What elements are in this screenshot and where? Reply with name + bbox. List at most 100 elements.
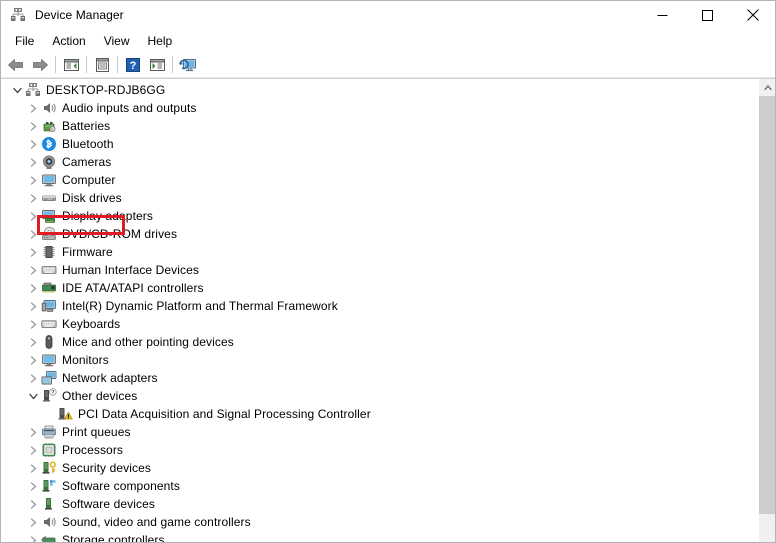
show-hide-console-tree-button[interactable] [59,54,83,76]
forward-button[interactable] [28,54,52,76]
tree-item-security-devices[interactable]: Security devices [1,459,757,477]
tree-item-software-devices[interactable]: Software devices [1,495,757,513]
tree-item-label: Other devices [62,389,138,403]
chevron-right-icon[interactable] [25,136,41,152]
monitor-icon [41,352,57,368]
tree-item-label: DVD/CD-ROM drives [62,227,178,241]
chevron-right-icon[interactable] [25,478,41,494]
chevron-right-icon[interactable] [25,190,41,206]
tree-item-print-queues[interactable]: Print queues [1,423,757,441]
tree-item-firmware[interactable]: Firmware [1,243,757,261]
toolbar-separator [86,56,87,73]
chevron-right-icon[interactable] [25,172,41,188]
tree-item-label: Print queues [62,425,131,439]
chevron-right-icon[interactable] [25,154,41,170]
tree-item-ide-ata-atapi-controllers[interactable]: IDE ATA/ATAPI controllers [1,279,757,297]
tree-item-pci-data-acquisition-and-signal-processing-controller[interactable]: PCI Data Acquisition and Signal Processi… [1,405,757,423]
maximize-button[interactable] [685,1,730,29]
chevron-right-icon[interactable] [25,514,41,530]
chevron-right-icon[interactable] [25,442,41,458]
chevron-right-icon[interactable] [25,208,41,224]
tree-item-cameras[interactable]: Cameras [1,153,757,171]
tree-item-bluetooth[interactable]: Bluetooth [1,135,757,153]
storage-controller-icon [41,532,57,542]
tree-item-human-interface-devices[interactable]: Human Interface Devices [1,261,757,279]
properties-button[interactable] [90,54,114,76]
software-component-icon [41,478,57,494]
ide-controller-icon [41,280,57,296]
chevron-right-icon[interactable] [25,460,41,476]
tree-item-intel-dynamic-platform-and-thermal-framework[interactable]: Intel(R) Dynamic Platform and Thermal Fr… [1,297,757,315]
chevron-right-icon[interactable] [25,496,41,512]
scan-for-hardware-changes-button[interactable] [176,54,200,76]
tree-item-display-adapters[interactable]: Display adapters [1,207,757,225]
tree-item-monitors[interactable]: Monitors [1,351,757,369]
tree-item-storage-controllers[interactable]: Storage controllers [1,531,757,542]
tree-item-label: Human Interface Devices [62,263,200,277]
menubar: File Action View Help [1,29,775,52]
tree-item-processors[interactable]: Processors [1,441,757,459]
menu-help[interactable]: Help [139,31,182,51]
chevron-right-icon[interactable] [25,370,41,386]
menu-view[interactable]: View [95,31,139,51]
optical-drive-icon [41,226,57,242]
tree-item-root[interactable]: DESKTOP-RDJB6GG [1,81,757,99]
close-button[interactable] [730,1,775,29]
processor-icon [41,442,57,458]
tree-item-sound-video-and-game-controllers[interactable]: Sound, video and game controllers [1,513,757,531]
window-title: Device Manager [35,8,124,22]
speaker-icon [41,100,57,116]
network-adapter-icon [41,370,57,386]
firmware-chip-icon [41,244,57,260]
tree-item-label: IDE ATA/ATAPI controllers [62,281,204,295]
tree-item-batteries[interactable]: Batteries [1,117,757,135]
chevron-right-icon[interactable] [25,424,41,440]
tree-item-software-components[interactable]: Software components [1,477,757,495]
menu-action[interactable]: Action [43,31,94,51]
toolbar-separator [172,56,173,73]
tree-item-network-adapters[interactable]: Network adapters [1,369,757,387]
disk-drive-icon [41,190,57,206]
scrollbar-thumb[interactable] [759,96,775,514]
vertical-scrollbar[interactable] [758,79,775,542]
maximize-icon [702,9,713,21]
back-button[interactable] [4,54,28,76]
tree-item-label: PCI Data Acquisition and Signal Processi… [78,407,371,421]
chevron-right-icon[interactable] [25,262,41,278]
chevron-right-icon[interactable] [25,532,41,542]
help-button[interactable]: ? [121,54,145,76]
chevron-right-icon[interactable] [25,280,41,296]
tree-item-label: Security devices [62,461,151,475]
tree-item-other-devices[interactable]: ? Other devices [1,387,757,405]
tree-item-label: Intel(R) Dynamic Platform and Thermal Fr… [62,299,338,313]
chevron-right-icon[interactable] [25,226,41,242]
update-driver-icon [149,58,165,71]
tree-item-mice-and-other-pointing-devices[interactable]: Mice and other pointing devices [1,333,757,351]
chevron-right-icon[interactable] [25,244,41,260]
chevron-down-icon[interactable] [9,82,25,98]
chevron-down-icon[interactable] [25,388,41,404]
tree-item-label: DESKTOP-RDJB6GG [46,83,166,97]
tree-item-label: Disk drives [62,191,122,205]
tree-item-label: Firmware [62,245,113,259]
minimize-button[interactable] [640,1,685,29]
chevron-right-icon[interactable] [25,316,41,332]
chevron-right-icon[interactable] [25,352,41,368]
scroll-up-button[interactable] [759,79,775,96]
chevron-right-icon[interactable] [25,334,41,350]
chevron-right-icon[interactable] [25,100,41,116]
update-driver-button[interactable] [145,54,169,76]
device-tree[interactable]: DESKTOP-RDJB6GG Audio inputs and outputs [1,81,757,542]
menu-file[interactable]: File [6,31,43,51]
tree-item-audio-inputs-and-outputs[interactable]: Audio inputs and outputs [1,99,757,117]
tree-item-disk-drives[interactable]: Disk drives [1,189,757,207]
titlebar: Device Manager [1,1,775,29]
display-adapter-icon [41,208,57,224]
tree-item-keyboards[interactable]: Keyboards [1,315,757,333]
tree-item-computer[interactable]: Computer [1,171,757,189]
tree-item-label: Monitors [62,353,109,367]
chevron-right-icon[interactable] [25,118,41,134]
chevron-right-icon[interactable] [25,298,41,314]
back-icon [8,58,23,71]
tree-item-dvd-cdrom-drives[interactable]: DVD/CD-ROM drives [1,225,757,243]
